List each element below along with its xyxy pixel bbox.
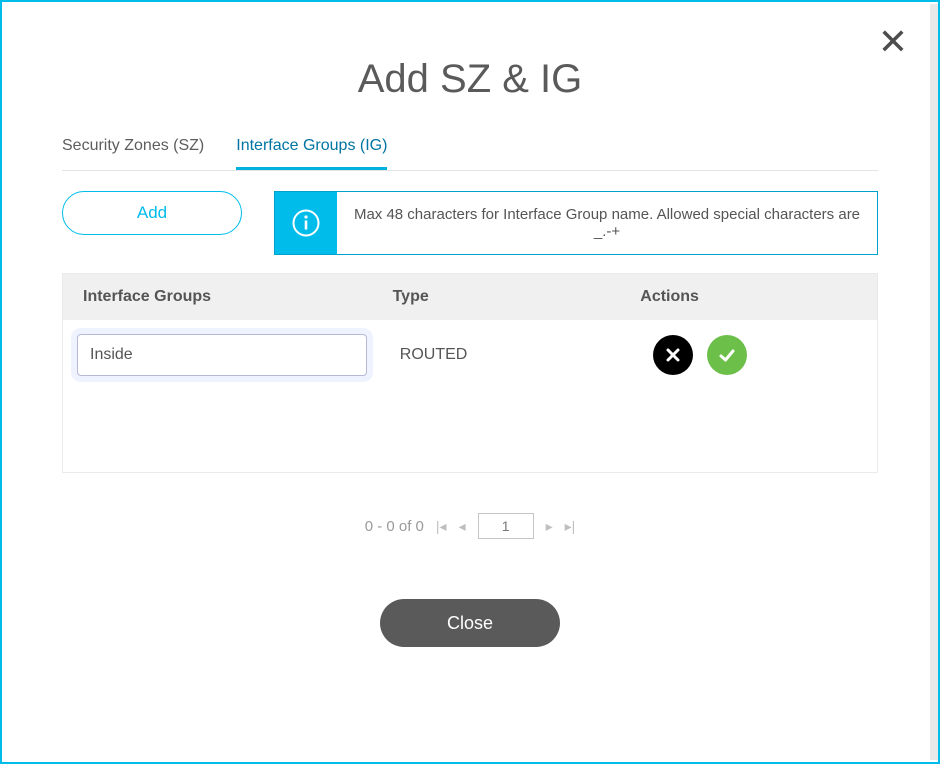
table-row: ROUTED — [63, 320, 877, 390]
last-page-icon[interactable]: ▸| — [565, 518, 576, 535]
interface-groups-table: Interface Groups Type Actions ROUTED — [62, 273, 878, 473]
info-banner: Max 48 characters for Interface Group na… — [274, 191, 878, 255]
col-header-name: Interface Groups — [83, 288, 393, 306]
interface-group-name-input[interactable] — [77, 334, 367, 376]
tab-interface-groups[interactable]: Interface Groups (IG) — [236, 137, 387, 170]
scrollbar-track[interactable] — [930, 4, 938, 760]
next-page-icon[interactable]: ▸ — [546, 518, 553, 535]
confirm-icon[interactable] — [707, 335, 747, 375]
info-text: Max 48 characters for Interface Group na… — [337, 192, 877, 254]
tab-security-zones[interactable]: Security Zones (SZ) — [62, 137, 204, 170]
info-icon — [275, 192, 337, 254]
prev-page-icon[interactable]: ◂ — [459, 518, 466, 535]
page-number-input[interactable] — [478, 513, 534, 539]
page-title: Add SZ & IG — [62, 57, 878, 102]
close-button[interactable]: Close — [380, 599, 560, 647]
col-header-type: Type — [393, 288, 641, 306]
pagination: 0 - 0 of 0 |◂ ◂ ▸ ▸| — [62, 513, 878, 539]
col-header-actions: Actions — [640, 288, 857, 306]
tab-bar: Security Zones (SZ) Interface Groups (IG… — [62, 137, 878, 171]
table-header: Interface Groups Type Actions — [63, 274, 877, 320]
footer: Close — [62, 599, 878, 647]
row-type: ROUTED — [394, 346, 647, 364]
toolbar: Add Max 48 characters for Interface Grou… — [62, 191, 878, 255]
modal-add-sz-ig: ✕ Add SZ & IG Security Zones (SZ) Interf… — [0, 0, 940, 764]
cancel-icon[interactable] — [653, 335, 693, 375]
first-page-icon[interactable]: |◂ — [436, 518, 447, 535]
pagination-range: 0 - 0 of 0 — [365, 518, 424, 535]
add-button[interactable]: Add — [62, 191, 242, 235]
close-icon[interactable]: ✕ — [878, 24, 908, 60]
